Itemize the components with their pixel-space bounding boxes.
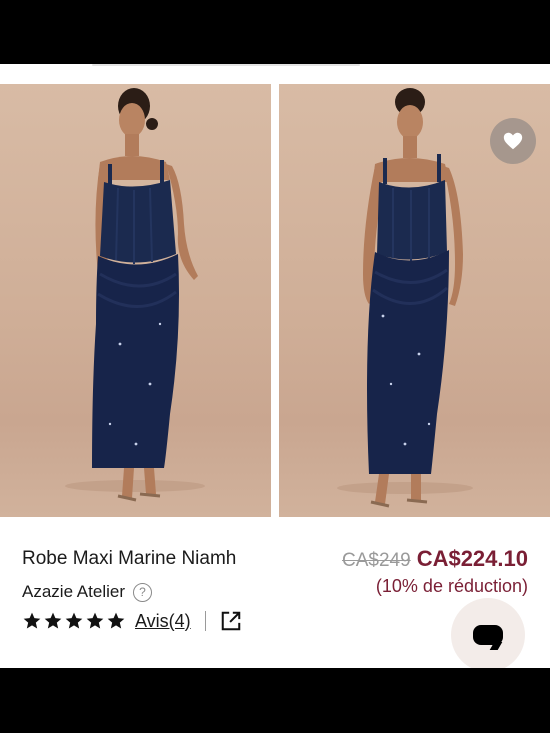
price-row: CA$249 CA$224.10 bbox=[342, 546, 528, 572]
chat-button[interactable] bbox=[451, 598, 525, 668]
brand-name[interactable]: Azazie Atelier bbox=[22, 582, 125, 602]
star-icon bbox=[65, 612, 83, 629]
chat-bubble-icon bbox=[473, 625, 503, 645]
star-icon bbox=[23, 612, 41, 629]
product-photo-front[interactable] bbox=[0, 84, 271, 517]
bottom-black-bar bbox=[0, 668, 550, 733]
wishlist-button[interactable] bbox=[490, 118, 536, 164]
star-icon bbox=[44, 612, 62, 629]
scroll-indicator bbox=[92, 64, 360, 66]
product-page: Robe Maxi Marine Niamh Azazie Atelier ? … bbox=[0, 64, 550, 668]
discount-label: (10% de réduction) bbox=[375, 576, 528, 596]
reviews-link[interactable]: Avis(4) bbox=[135, 611, 191, 632]
original-price: CA$249 bbox=[342, 550, 411, 571]
product-title: Robe Maxi Marine Niamh bbox=[22, 548, 237, 569]
top-black-bar bbox=[0, 0, 550, 64]
star-icon bbox=[86, 612, 104, 629]
brand-row: Azazie Atelier ? bbox=[22, 582, 152, 602]
star-rating bbox=[22, 611, 127, 631]
divider bbox=[204, 611, 206, 631]
external-link-icon[interactable] bbox=[220, 610, 242, 632]
sale-price: CA$224.10 bbox=[416, 546, 528, 571]
star-icon bbox=[107, 612, 125, 629]
model-illustration-1 bbox=[65, 88, 205, 502]
heart-icon bbox=[503, 132, 523, 150]
product-gallery[interactable] bbox=[0, 84, 550, 517]
question-circle-icon[interactable]: ? bbox=[133, 582, 152, 602]
rating-row: Avis(4) bbox=[22, 610, 242, 632]
